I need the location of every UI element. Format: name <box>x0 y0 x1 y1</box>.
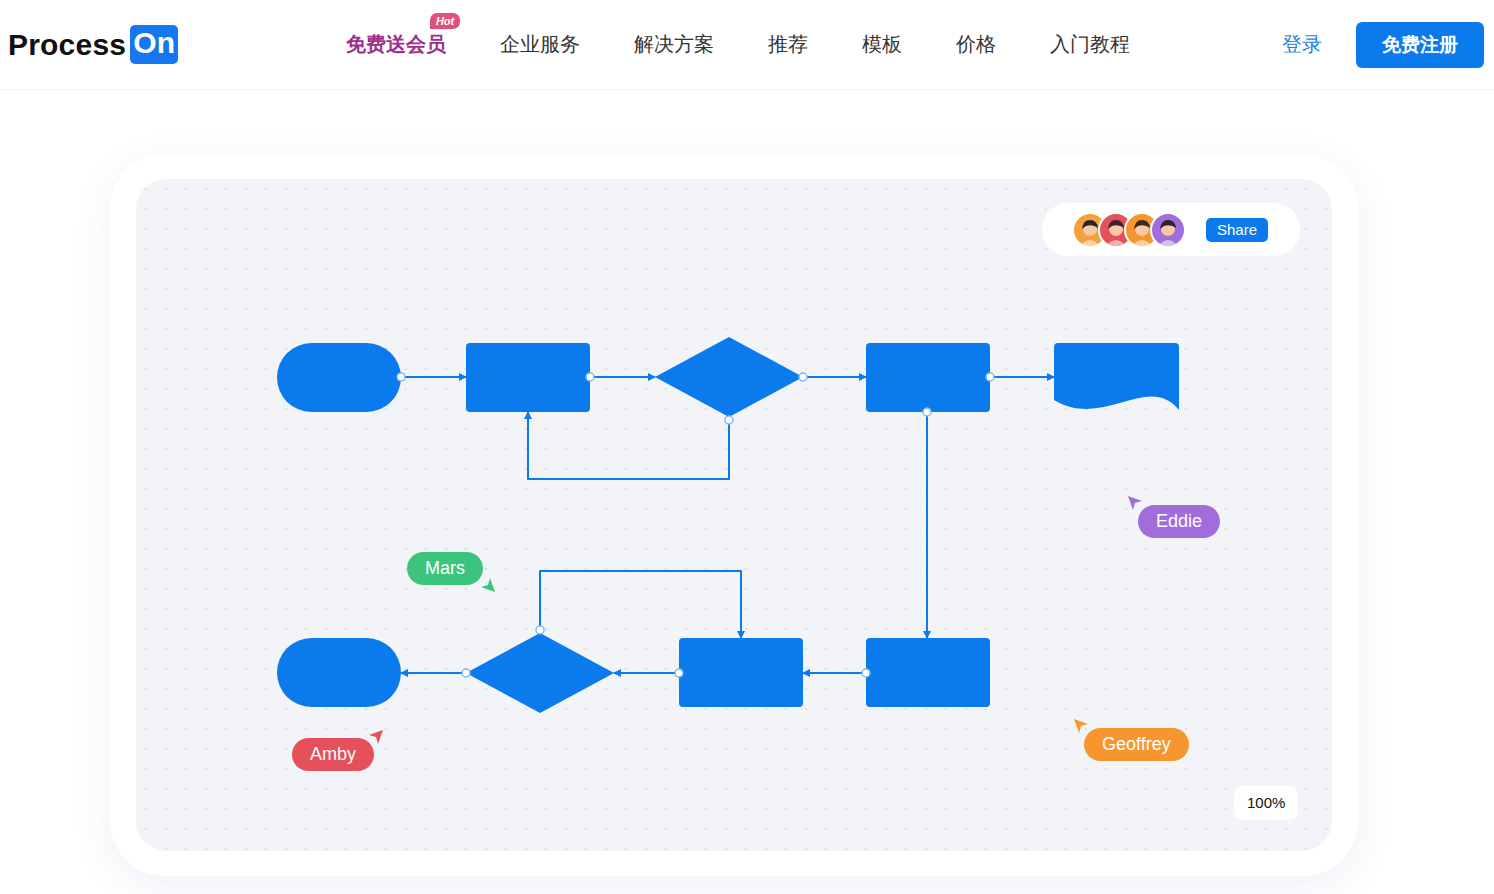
connector <box>614 672 679 674</box>
main-nav: 免费送会员Hot 企业服务 解决方案 推荐 模板 价格 入门教程 <box>346 25 1130 64</box>
flow-node[interactable] <box>277 343 401 412</box>
anchor-point <box>397 373 405 381</box>
person-icon <box>1152 214 1184 246</box>
hot-badge: Hot <box>430 13 460 29</box>
diagram-canvas: Share 100% Mars Eddie Amby Geoffrey <box>136 179 1332 851</box>
nav-label: 解决方案 <box>634 33 714 55</box>
pointer-icon <box>1074 719 1088 733</box>
anchor-point <box>586 373 594 381</box>
nav-label: 企业服务 <box>500 33 580 55</box>
nav-item[interactable]: 解决方案 <box>634 25 714 64</box>
connector <box>401 376 466 378</box>
anchor-point <box>725 416 733 424</box>
account-actions: 登录 免费注册 <box>1282 22 1484 68</box>
connector <box>528 412 729 479</box>
nav-label: 免费送会员 <box>346 33 446 55</box>
cursor-label: Geoffrey <box>1084 728 1189 761</box>
share-bar: Share <box>1042 203 1300 256</box>
connector <box>401 672 466 674</box>
cursor-label: Mars <box>407 552 483 585</box>
anchor-point <box>862 669 870 677</box>
nav-item[interactable]: 价格 <box>956 25 996 64</box>
pointer-icon <box>1128 496 1142 510</box>
top-header: ProcessOn免费送会员Hot企业服务解决方案推荐模板价格入门教程登录免费注… <box>0 0 1494 90</box>
pointer-icon <box>481 578 495 592</box>
connector <box>926 412 928 638</box>
nav-item[interactable]: 免费送会员Hot <box>346 25 446 64</box>
pointer-icon <box>369 730 383 744</box>
flow-node[interactable] <box>866 638 990 707</box>
anchor-point <box>675 669 683 677</box>
anchor-point <box>923 408 931 416</box>
connector <box>990 376 1054 378</box>
anchor-point <box>986 373 994 381</box>
logo-text: Process <box>8 28 126 62</box>
flow-node[interactable] <box>1054 343 1179 410</box>
flow-node[interactable] <box>466 633 614 713</box>
share-button[interactable]: Share <box>1206 218 1268 242</box>
flow-node[interactable] <box>277 638 401 707</box>
register-button[interactable]: 免费注册 <box>1356 22 1484 68</box>
flow-node[interactable] <box>679 638 803 707</box>
nav-label: 价格 <box>956 33 996 55</box>
nav-item[interactable]: 推荐 <box>768 25 808 64</box>
logo-badge: On <box>130 25 178 64</box>
login-link[interactable]: 登录 <box>1282 31 1322 58</box>
flow-node[interactable] <box>655 337 803 417</box>
avatar-icon[interactable] <box>1150 212 1186 248</box>
connector <box>803 672 866 674</box>
nav-label: 模板 <box>862 33 902 55</box>
logo[interactable]: ProcessOn <box>8 25 178 64</box>
nav-item[interactable]: 模板 <box>862 25 902 64</box>
flow-node[interactable] <box>466 343 590 412</box>
hero-card: Share 100% Mars Eddie Amby Geoffrey <box>110 154 1358 876</box>
connector <box>803 376 866 378</box>
connector <box>540 571 741 638</box>
cursor-label: Amby <box>292 738 374 771</box>
collaborator-avatars <box>1072 212 1186 248</box>
anchor-point <box>462 669 470 677</box>
cursor-label: Eddie <box>1138 505 1220 538</box>
flow-node[interactable] <box>866 343 990 412</box>
zoom-level[interactable]: 100% <box>1234 786 1298 820</box>
anchor-point <box>799 373 807 381</box>
nav-item[interactable]: 入门教程 <box>1050 25 1130 64</box>
nav-label: 入门教程 <box>1050 33 1130 55</box>
nav-item[interactable]: 企业服务 <box>500 25 580 64</box>
connector <box>590 376 655 378</box>
anchor-point <box>536 626 544 634</box>
nav-label: 推荐 <box>768 33 808 55</box>
